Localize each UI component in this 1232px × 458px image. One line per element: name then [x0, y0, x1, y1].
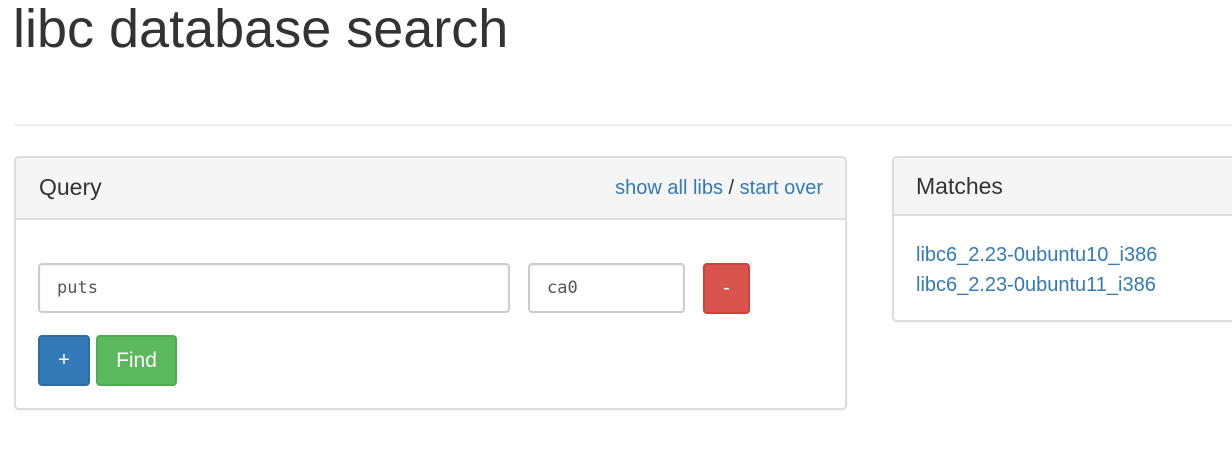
query-panel: Query show all libs / start over - + Fin…	[14, 156, 847, 410]
matches-panel-heading: Matches	[894, 158, 1232, 216]
header-divider	[14, 124, 1232, 126]
matches-list: libc6_2.23-0ubuntu10_i386 libc6_2.23-0ub…	[916, 240, 1157, 300]
page-title: libc database search	[13, 0, 509, 59]
match-link[interactable]: libc6_2.23-0ubuntu11_i386	[916, 274, 1156, 296]
matches-panel: Matches libc6_2.23-0ubuntu10_i386 libc6_…	[892, 156, 1232, 322]
show-all-libs-link[interactable]: show all libs	[615, 177, 723, 199]
match-link[interactable]: libc6_2.23-0ubuntu10_i386	[916, 244, 1157, 266]
list-item: libc6_2.23-0ubuntu11_i386	[916, 270, 1157, 300]
query-panel-title: Query	[39, 174, 102, 200]
find-button[interactable]: Find	[96, 335, 177, 386]
matches-panel-title: Matches	[916, 173, 1003, 199]
list-item: libc6_2.23-0ubuntu10_i386	[916, 240, 1157, 270]
start-over-link[interactable]: start over	[740, 177, 823, 199]
query-panel-heading: Query show all libs / start over	[16, 158, 845, 220]
symbol-name-input[interactable]	[38, 263, 510, 313]
query-heading-links: show all libs / start over	[615, 177, 823, 200]
symbol-address-input[interactable]	[528, 263, 685, 313]
add-row-button[interactable]: +	[38, 335, 90, 386]
link-separator: /	[728, 177, 735, 199]
remove-row-button[interactable]: -	[703, 263, 750, 314]
